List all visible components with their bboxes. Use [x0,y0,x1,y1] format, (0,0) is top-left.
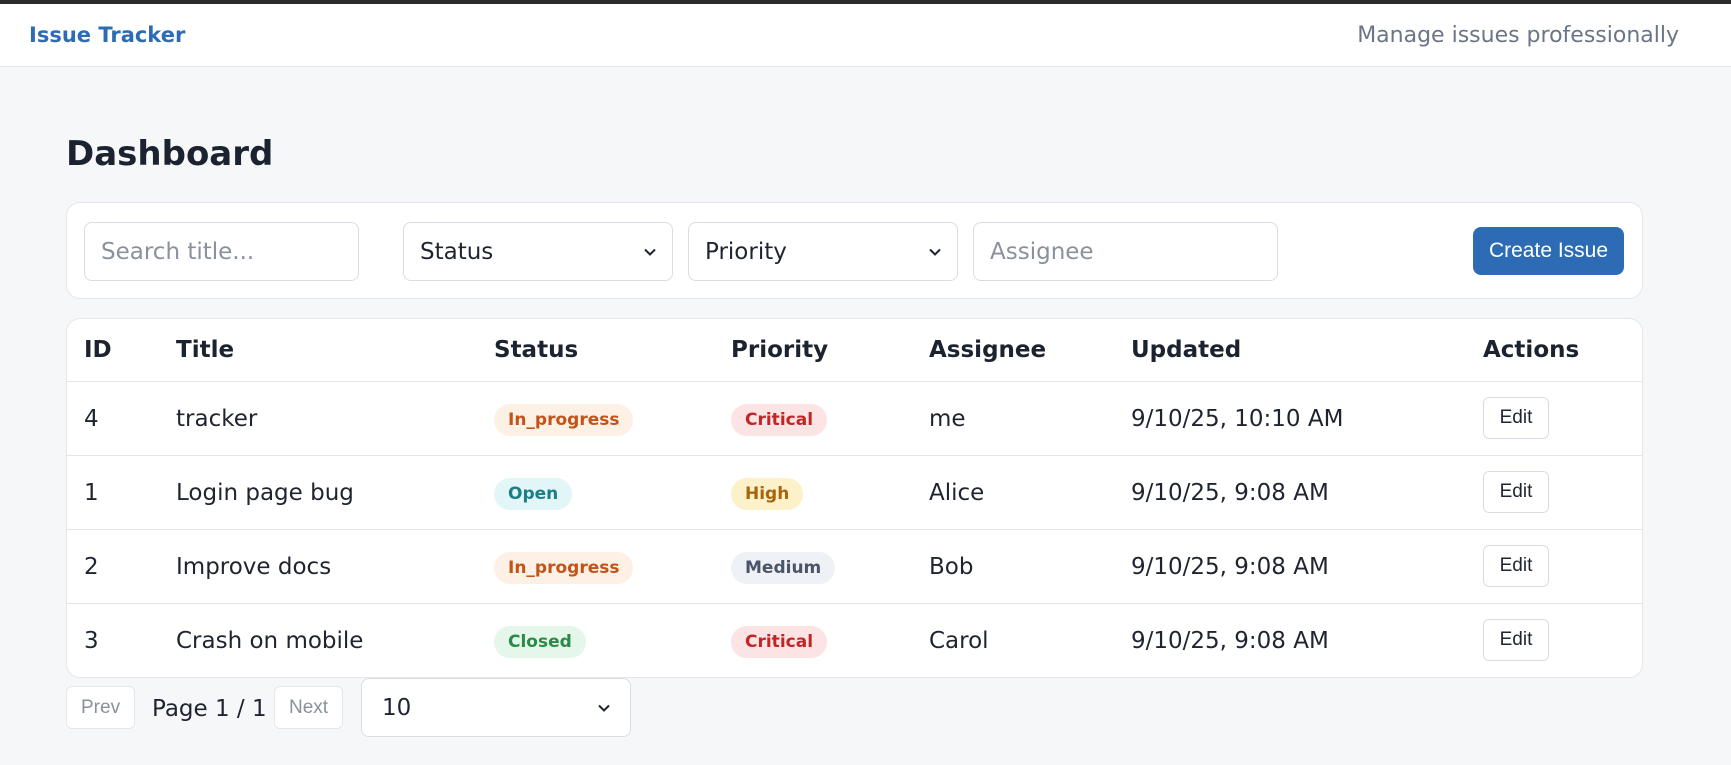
column-header-id: ID [84,337,112,363]
edit-button[interactable]: Edit [1483,471,1549,513]
search-placeholder: Search title... [101,238,255,265]
priority-badge: Critical [731,404,828,436]
filter-bar: Search title... Status Priority Assignee… [66,202,1643,299]
column-header-assignee: Assignee [929,337,1047,363]
cell-id: 3 [84,628,99,654]
status-badge: Closed [494,626,586,658]
chevron-down-icon [598,702,610,714]
page-title: Dashboard [66,134,274,174]
issues-table: ID Title Status Priority Assignee Update… [66,318,1643,678]
column-header-title: Title [176,337,235,363]
cell-assignee: me [929,406,966,432]
cell-updated: 9/10/25, 9:08 AM [1131,480,1329,506]
app-header: Issue Tracker Manage issues professional… [0,4,1731,67]
edit-button[interactable]: Edit [1483,397,1549,439]
cell-assignee: Alice [929,480,985,506]
priority-badge: Critical [731,626,828,658]
status-select-value: Status [420,238,494,265]
status-badge: In_progress [494,552,634,584]
cell-title: Improve docs [176,554,332,580]
assignee-input[interactable]: Assignee [973,222,1278,281]
edit-button[interactable]: Edit [1483,545,1549,587]
priority-select[interactable]: Priority [688,222,958,281]
prev-page-button[interactable]: Prev [66,686,136,729]
column-header-status: Status [494,337,579,363]
assignee-placeholder: Assignee [990,238,1094,265]
column-header-actions: Actions [1483,337,1580,363]
brand-logo[interactable]: Issue Tracker [29,23,185,47]
column-header-priority: Priority [731,337,829,363]
cell-title: Crash on mobile [176,628,364,654]
priority-badge: Medium [731,552,836,584]
status-badge: In_progress [494,404,634,436]
edit-button[interactable]: Edit [1483,619,1549,661]
status-select[interactable]: Status [403,222,673,281]
table-row: 1 Login page bug Open High Alice 9/10/25… [67,456,1642,530]
table-row: 2 Improve docs In_progress Medium Bob 9/… [67,530,1642,604]
cell-assignee: Carol [929,628,989,654]
next-page-button[interactable]: Next [274,686,344,729]
status-badge: Open [494,478,573,510]
page-indicator: Page 1 / 1 [152,696,267,722]
cell-updated: 9/10/25, 10:10 AM [1131,406,1344,432]
cell-title: tracker [176,406,258,432]
cell-id: 4 [84,406,99,432]
priority-select-value: Priority [705,238,787,265]
cell-id: 1 [84,480,99,506]
create-issue-button[interactable]: Create Issue [1473,227,1624,275]
column-header-updated: Updated [1131,337,1242,363]
table-row: 4 tracker In_progress Critical me 9/10/2… [67,382,1642,456]
priority-badge: High [731,478,804,510]
table-header: ID Title Status Priority Assignee Update… [67,319,1642,382]
page-size-value: 10 [382,694,412,721]
header-tagline: Manage issues professionally [1357,23,1679,48]
chevron-down-icon [929,246,941,258]
cell-assignee: Bob [929,554,974,580]
cell-updated: 9/10/25, 9:08 AM [1131,628,1329,654]
chevron-down-icon [644,246,656,258]
cell-title: Login page bug [176,480,354,506]
search-input[interactable]: Search title... [84,222,359,281]
cell-id: 2 [84,554,99,580]
table-row: 3 Crash on mobile Closed Critical Carol … [67,604,1642,677]
cell-updated: 9/10/25, 9:08 AM [1131,554,1329,580]
page-size-select[interactable]: 10 [361,678,631,737]
